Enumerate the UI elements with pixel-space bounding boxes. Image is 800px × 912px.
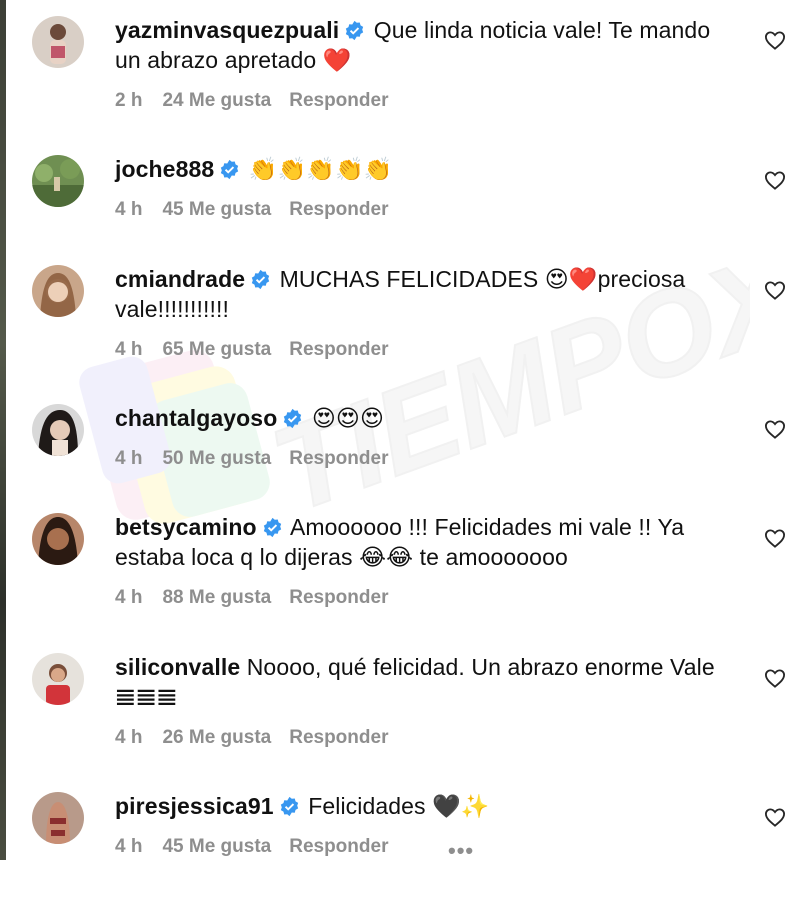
avatar[interactable]: [32, 265, 84, 317]
comment-body: siliconvalle Noooo, qué felicidad. Un ab…: [115, 652, 735, 712]
comment-body: yazminvasquezpuali Que linda noticia val…: [115, 15, 735, 75]
avatar[interactable]: [32, 513, 84, 565]
reply-button[interactable]: Responder: [289, 339, 388, 360]
comment-meta: 4 h 26 Me gusta Responder: [115, 727, 406, 749]
username-link[interactable]: siliconvalle: [115, 654, 240, 680]
like-heart-icon[interactable]: [764, 668, 786, 688]
comment-body: cmiandrade MUCHAS FELICIDADES 😍❤️precios…: [115, 264, 735, 324]
comment-meta: 4 h 45 Me gusta Responder: [115, 199, 406, 221]
comment-meta: 4 h 88 Me gusta Responder: [115, 587, 406, 609]
comment-item: chantalgayoso 😍😍😍 4 h 50 Me gusta Responde…: [32, 404, 792, 524]
username-link[interactable]: yazminvasquezpuali: [115, 17, 339, 43]
comment-meta: 4 h 50 Me gusta Responder: [115, 448, 406, 470]
like-heart-icon[interactable]: [764, 170, 786, 190]
likes-count[interactable]: 88 Me gusta: [162, 587, 271, 608]
like-heart-icon[interactable]: [764, 807, 786, 827]
comment-item: cmiandrade MUCHAS FELICIDADES 😍❤️precios…: [32, 265, 792, 385]
username-link[interactable]: betsycamino: [115, 514, 257, 540]
like-heart-icon[interactable]: [764, 30, 786, 50]
likes-count[interactable]: 50 Me gusta: [162, 448, 271, 469]
avatar[interactable]: [32, 404, 84, 456]
likes-count[interactable]: 26 Me gusta: [162, 727, 271, 748]
comment-meta: 4 h 65 Me gusta Responder: [115, 339, 406, 361]
avatar[interactable]: [32, 792, 84, 844]
verified-badge-icon: [284, 408, 302, 429]
reply-button[interactable]: Responder: [289, 587, 388, 608]
comment-meta: 2 h 24 Me gusta Responder: [115, 90, 406, 112]
comment-body: joche888 👏👏👏👏👏: [115, 154, 735, 185]
comment-time[interactable]: 4 h: [115, 448, 142, 469]
likes-count[interactable]: 65 Me gusta: [162, 339, 271, 360]
verified-badge-icon: [280, 796, 298, 817]
likes-count[interactable]: 45 Me gusta: [162, 199, 271, 220]
comment-meta: 4 h 45 Me gusta Responder: [115, 836, 406, 858]
comment-item: piresjessica91 Felicidades 🖤✨ 4 h 45 Me g…: [32, 792, 792, 912]
comment-text: 👏👏👏👏👏: [248, 157, 393, 183]
likes-count[interactable]: 24 Me gusta: [162, 90, 271, 111]
comment-text: 😍😍😍: [311, 406, 385, 432]
more-options-button[interactable]: •••: [448, 838, 474, 864]
comment-text: Felicidades 🖤✨: [308, 793, 490, 819]
likes-count[interactable]: 45 Me gusta: [162, 836, 271, 857]
comment-time[interactable]: 4 h: [115, 339, 142, 360]
comment-time[interactable]: 4 h: [115, 727, 142, 748]
username-link[interactable]: cmiandrade: [115, 266, 245, 292]
reply-button[interactable]: Responder: [289, 448, 388, 469]
reply-button[interactable]: Responder: [289, 727, 388, 748]
comment-time[interactable]: 2 h: [115, 90, 142, 111]
reply-button[interactable]: Responder: [289, 836, 388, 857]
comment-item: joche888 👏👏👏👏👏 4 h 45 Me gusta Responder: [32, 155, 792, 275]
reply-button[interactable]: Responder: [289, 90, 388, 111]
comment-item: yazminvasquezpuali Que linda noticia val…: [32, 16, 792, 136]
comment-time[interactable]: 4 h: [115, 587, 142, 608]
verified-badge-icon: [346, 20, 364, 41]
avatar[interactable]: [32, 653, 84, 705]
reply-button[interactable]: Responder: [289, 199, 388, 220]
avatar[interactable]: [32, 155, 84, 207]
like-heart-icon[interactable]: [764, 280, 786, 300]
username-link[interactable]: chantalgayoso: [115, 405, 277, 431]
comment-time[interactable]: 4 h: [115, 836, 142, 857]
avatar[interactable]: [32, 16, 84, 68]
comment-body: piresjessica91 Felicidades 🖤✨: [115, 791, 735, 821]
window-edge: [0, 0, 6, 860]
comment-item: betsycamino Amoooooo !!! Felicidades mi …: [32, 513, 792, 633]
comment-time[interactable]: 4 h: [115, 199, 142, 220]
like-heart-icon[interactable]: [764, 528, 786, 548]
verified-badge-icon: [251, 269, 270, 290]
verified-badge-icon: [263, 517, 281, 538]
username-link[interactable]: piresjessica91: [115, 793, 274, 819]
like-heart-icon[interactable]: [764, 419, 786, 439]
verified-badge-icon: [221, 159, 239, 180]
comment-body: betsycamino Amoooooo !!! Felicidades mi …: [115, 512, 735, 572]
username-link[interactable]: joche888: [115, 156, 214, 182]
comment-item: siliconvalle Noooo, qué felicidad. Un ab…: [32, 653, 792, 773]
comment-body: chantalgayoso 😍😍😍: [115, 403, 735, 434]
